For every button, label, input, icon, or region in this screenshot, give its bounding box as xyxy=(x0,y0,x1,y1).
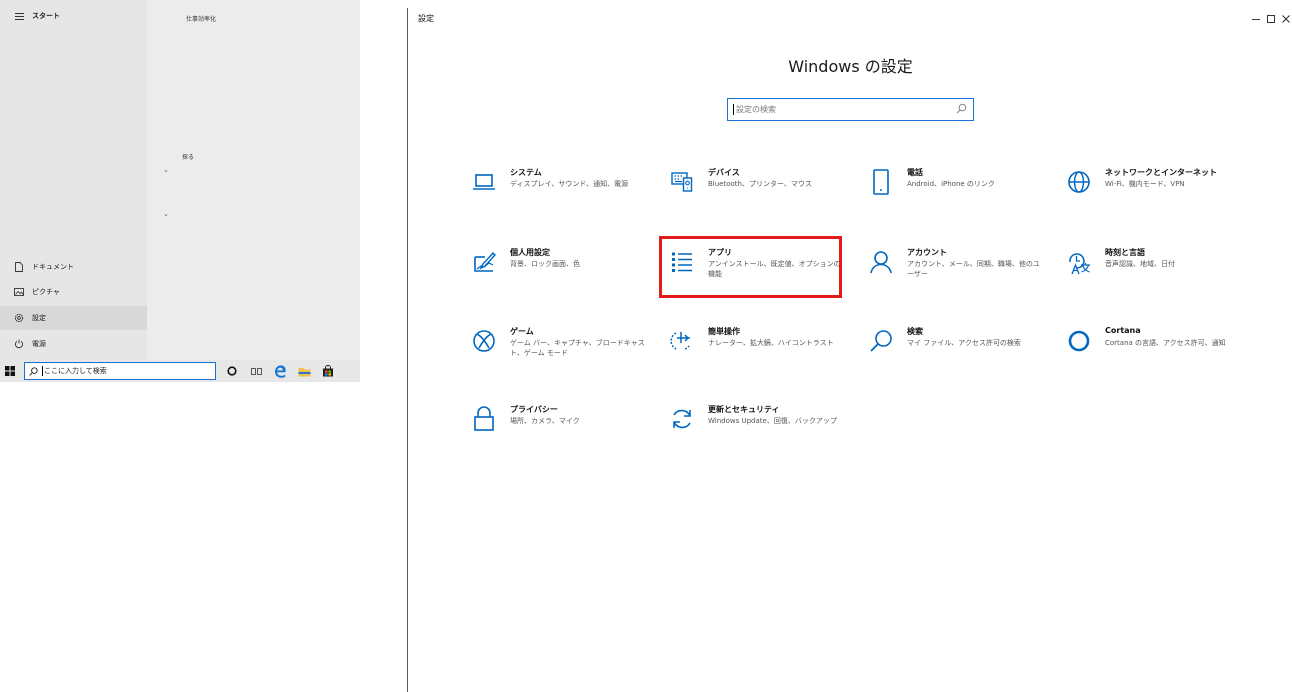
keyboard-icon xyxy=(667,167,697,197)
category-search[interactable]: 検索 マイ ファイル、アクセス許可の検索 xyxy=(866,326,1046,376)
sync-icon xyxy=(667,404,697,434)
category-name: ネットワークとインターネット xyxy=(1105,168,1217,177)
time-language-icon xyxy=(1064,247,1094,277)
category-gaming[interactable]: ゲーム ゲーム バー、キャプチャ、ブロードキャスト、ゲーム モード xyxy=(469,326,649,376)
category-accounts[interactable]: アカウント アカウント、メール、同期、職場、他のユーザー xyxy=(866,247,1046,297)
category-phone[interactable]: 電話 Android、iPhone のリンク xyxy=(866,167,1046,217)
phone-icon xyxy=(866,167,896,197)
category-cortana[interactable]: Cortana Cortana の言語、アクセス許可、通知 xyxy=(1064,326,1244,376)
search-icon xyxy=(956,103,967,114)
task-view-icon[interactable] xyxy=(244,360,268,382)
cortana-icon xyxy=(1064,326,1094,356)
category-ease-of-access[interactable]: 簡単操作 ナレーター、拡大鏡、ハイコントラスト xyxy=(667,326,847,376)
category-description: 背景、ロック画面、色 xyxy=(510,260,580,268)
tile-group-productivity[interactable]: 仕事効率化 xyxy=(186,14,216,23)
category-description: Windows Update、回復、バックアップ xyxy=(708,417,837,425)
category-privacy[interactable]: プライバシー 場所、カメラ、マイク xyxy=(469,404,649,454)
document-icon xyxy=(12,262,26,272)
laptop-icon xyxy=(469,167,499,197)
category-description: マイ ファイル、アクセス許可の検索 xyxy=(907,339,1021,347)
person-icon xyxy=(866,247,896,277)
start-item-label: 電源 xyxy=(32,340,46,348)
start-item-pictures[interactable]: ピクチャ xyxy=(0,280,147,304)
file-explorer-icon[interactable] xyxy=(292,360,316,382)
windows-logo-icon xyxy=(5,366,15,376)
category-description: 音声認識、地域、日付 xyxy=(1105,260,1175,268)
start-item-power[interactable]: 電源 xyxy=(0,332,147,356)
hamburger-menu-icon[interactable] xyxy=(12,12,26,20)
category-description: アカウント、メール、同期、職場、他のユーザー xyxy=(907,260,1040,278)
edge-browser-icon[interactable] xyxy=(268,360,292,382)
ease-of-access-icon xyxy=(667,326,697,356)
category-update-security[interactable]: 更新とセキュリティ Windows Update、回復、バックアップ xyxy=(667,404,847,454)
category-description: ゲーム バー、キャプチャ、ブロードキャスト、ゲーム モード xyxy=(510,339,645,357)
tile-group-explore[interactable]: 探る xyxy=(182,152,194,161)
close-button[interactable] xyxy=(1275,10,1292,28)
window-title: 設定 xyxy=(418,14,434,23)
category-name: 更新とセキュリティ xyxy=(708,405,780,414)
category-name: プライバシー xyxy=(510,405,558,414)
start-menu-tiles-pane: 仕事効率化 探る ⌄ ⌄ xyxy=(147,0,360,360)
category-name: Cortana xyxy=(1105,326,1141,335)
category-name: システム xyxy=(510,168,542,177)
start-item-documents[interactable]: ドキュメント xyxy=(0,255,147,279)
search-icon xyxy=(29,366,38,376)
category-devices[interactable]: デバイス Bluetooth、プリンター、マウス xyxy=(667,167,847,217)
start-item-settings[interactable]: 設定 xyxy=(0,306,147,330)
taskbar-search-text: ここに入力して検索 xyxy=(44,367,107,375)
start-item-label: 設定 xyxy=(32,314,46,322)
category-name: 時刻と言語 xyxy=(1105,248,1145,257)
chevron-down-icon[interactable]: ⌄ xyxy=(163,166,169,174)
globe-icon xyxy=(1064,167,1094,197)
start-menu-left-pane: スタート ドキュメント ピクチャ 設定 電源 xyxy=(0,0,147,360)
category-name: ゲーム xyxy=(510,327,534,336)
category-name: 個人用設定 xyxy=(510,248,550,257)
category-system[interactable]: システム ディスプレイ、サウンド、通知、電源 xyxy=(469,167,649,217)
category-personalization[interactable]: 個人用設定 背景、ロック画面、色 xyxy=(469,247,649,297)
page-title: Windows の設定 xyxy=(788,57,913,76)
start-item-label: ドキュメント xyxy=(32,263,74,271)
settings-search-input[interactable]: 設定の検索 xyxy=(727,98,974,121)
category-network[interactable]: ネットワークとインターネット Wi-Fi、機内モード、VPN xyxy=(1064,167,1244,217)
start-menu: スタート ドキュメント ピクチャ 設定 電源 仕事効率化 探る ⌄ ⌄ ここに入… xyxy=(0,0,360,382)
category-name: 電話 xyxy=(907,168,923,177)
category-description: Wi-Fi、機内モード、VPN xyxy=(1105,180,1185,188)
category-name: アカウント xyxy=(907,248,947,257)
close-icon xyxy=(1282,15,1290,23)
category-description: ディスプレイ、サウンド、通知、電源 xyxy=(510,180,629,188)
lock-icon xyxy=(469,404,499,434)
taskbar-search-box[interactable]: ここに入力して検索 xyxy=(24,362,216,380)
pictures-icon xyxy=(12,288,26,296)
cortana-icon[interactable] xyxy=(220,360,244,382)
windows-start-button[interactable] xyxy=(0,360,20,382)
search-placeholder: 設定の検索 xyxy=(736,105,776,114)
settings-window: 設定 Windows の設定 設定の検索 システム ディスプレイ、サウンド、通知… xyxy=(407,8,1292,692)
xbox-icon xyxy=(469,326,499,356)
category-description: ナレーター、拡大鏡、ハイコントラスト xyxy=(708,339,834,347)
start-menu-label: スタート xyxy=(32,12,60,20)
search-icon xyxy=(866,326,896,356)
taskbar: ここに入力して検索 xyxy=(0,360,360,382)
category-name: デバイス xyxy=(708,168,740,177)
category-name: 検索 xyxy=(907,327,923,336)
category-time-language[interactable]: 時刻と言語 音声認識、地域、日付 xyxy=(1064,247,1244,297)
category-description: Android、iPhone のリンク xyxy=(907,180,995,188)
text-cursor xyxy=(42,366,43,376)
power-icon xyxy=(12,339,26,349)
store-icon[interactable] xyxy=(316,360,340,382)
apps-highlight-box xyxy=(659,236,842,298)
personalization-icon xyxy=(469,247,499,277)
text-cursor xyxy=(733,104,734,115)
start-menu-header[interactable]: スタート xyxy=(0,4,147,28)
category-description: Cortana の言語、アクセス許可、通知 xyxy=(1105,339,1226,347)
gear-icon xyxy=(12,313,26,323)
chevron-down-icon[interactable]: ⌄ xyxy=(163,210,169,218)
category-description: 場所、カメラ、マイク xyxy=(510,417,580,425)
category-description: Bluetooth、プリンター、マウス xyxy=(708,180,812,188)
start-item-label: ピクチャ xyxy=(32,288,60,296)
category-name: 簡単操作 xyxy=(708,327,740,336)
